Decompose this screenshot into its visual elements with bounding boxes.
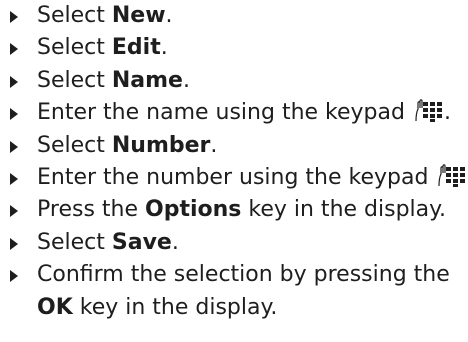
keypad-icon xyxy=(414,99,444,123)
step-keyword: Options xyxy=(145,197,242,223)
step-suffix: . xyxy=(210,132,218,158)
bullet-arrow-icon xyxy=(10,237,18,250)
step-select-name: Select Name. xyxy=(0,65,468,97)
step-text: Select xyxy=(37,132,112,158)
step-text: Press the xyxy=(37,197,145,223)
step-suffix: . xyxy=(171,229,179,255)
step-suffix: key in the display. xyxy=(241,197,447,223)
step-keyword: Save xyxy=(111,229,172,255)
step-text: Select xyxy=(37,229,112,255)
step-enter-number: Enter the number using the keypad . xyxy=(0,162,468,194)
step-select-new: Select New. xyxy=(0,0,468,32)
bullet-arrow-icon xyxy=(10,270,18,283)
step-enter-name: Enter the name using the keypad . xyxy=(0,97,468,129)
step-select-edit: Select Edit. xyxy=(0,32,468,64)
step-keyword: New xyxy=(111,3,166,28)
step-text: Select xyxy=(37,67,112,93)
bullet-arrow-icon xyxy=(10,140,18,153)
step-text: Select xyxy=(37,3,112,28)
bullet-arrow-icon xyxy=(10,43,18,56)
instruction-steps-list: Select New. Select Edit. Select Name. En… xyxy=(0,0,468,324)
step-suffix: key in the display. xyxy=(72,294,278,320)
step-press-options: Press the Options key in the display. xyxy=(0,194,468,226)
keypad-icon xyxy=(437,164,467,188)
bullet-arrow-icon xyxy=(10,173,18,186)
step-select-save: Select Save. xyxy=(0,227,468,259)
step-suffix: . xyxy=(443,100,451,126)
step-text: Confirm the selection by pressing the xyxy=(37,262,450,288)
step-suffix: . xyxy=(182,67,190,93)
step-suffix: . xyxy=(160,35,168,61)
bullet-arrow-icon xyxy=(10,75,18,88)
bullet-arrow-icon xyxy=(10,108,18,121)
step-keyword: Edit xyxy=(111,35,161,61)
step-keyword: Name xyxy=(111,67,183,93)
step-suffix: . xyxy=(165,3,173,28)
step-confirm-ok: Confirm the selection by pressing the OK… xyxy=(0,259,457,324)
step-text: Enter the name using the keypad xyxy=(37,100,412,126)
step-keyword: OK xyxy=(37,294,73,320)
bullet-arrow-icon xyxy=(10,205,18,218)
step-select-number: Select Number. xyxy=(0,130,468,162)
step-text: Enter the number using the keypad xyxy=(37,165,436,191)
bullet-arrow-icon xyxy=(10,11,18,23)
step-keyword: Number xyxy=(111,132,211,158)
step-text: Select xyxy=(37,35,112,61)
